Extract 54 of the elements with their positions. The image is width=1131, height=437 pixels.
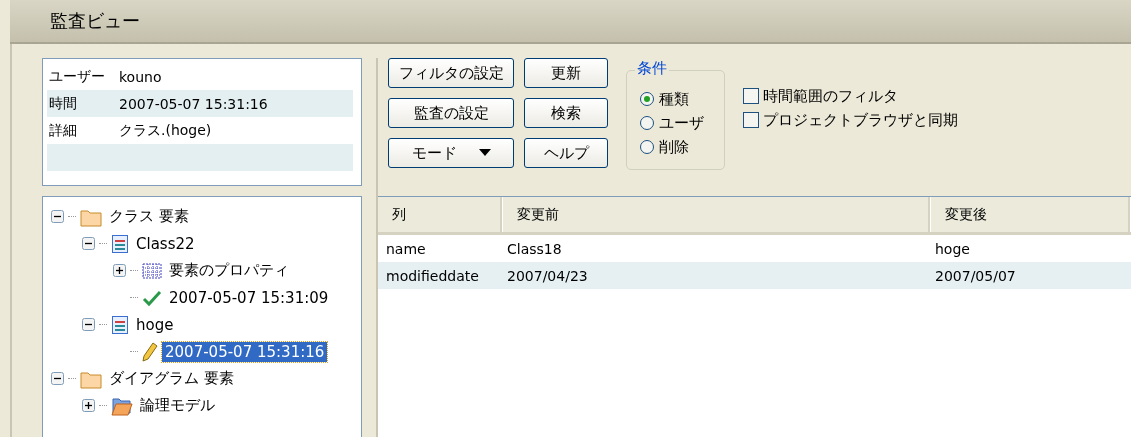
tree-item[interactable]: ダイアグラム 要素 (106, 368, 237, 389)
checkbox-label: プロジェクトブラウザと同期 (763, 110, 958, 130)
tree-item[interactable]: hoge (133, 314, 177, 335)
expander-icon[interactable] (113, 264, 126, 277)
action-button[interactable]: フィルタの設定 (388, 58, 514, 88)
expander-icon[interactable] (51, 372, 64, 385)
column-header[interactable]: 変更後 (931, 197, 1131, 232)
pencil-icon (142, 341, 158, 362)
expander-icon[interactable] (82, 237, 95, 250)
group-title: 条件 (635, 59, 669, 78)
radio-button[interactable] (639, 139, 655, 155)
tree-item[interactable]: 2007-05-07 15:31:16 (162, 341, 328, 362)
radio-label: 削除 (659, 137, 689, 157)
checkbox[interactable] (743, 112, 759, 128)
detail-value: 2007-05-07 15:31:16 (119, 95, 268, 112)
table-cell-text: name (385, 240, 427, 257)
detail-label: 詳細 (49, 121, 78, 140)
detail-label: ユーザー (49, 67, 106, 86)
table-cell-text: 2007/05/07 (934, 267, 1017, 284)
tree-item[interactable]: 論理モデル (137, 395, 218, 416)
action-button[interactable]: 更新 (524, 58, 608, 88)
tree-item[interactable]: 2007-05-07 15:31:09 (166, 287, 332, 308)
action-button[interactable]: 監査の設定 (388, 98, 514, 128)
action-button[interactable]: ヘルプ (524, 138, 608, 168)
expander-icon[interactable] (82, 399, 95, 412)
detail-value: kouno (119, 68, 162, 85)
table-cell-text: modifieddate (385, 267, 480, 284)
table-cell-text: Class18 (506, 240, 563, 257)
check-icon (142, 288, 162, 307)
detail-label: 時間 (49, 94, 78, 113)
class-icon (111, 233, 129, 254)
tree-item[interactable]: Class22 (133, 233, 198, 254)
radio-button[interactable] (639, 115, 655, 131)
tree-item[interactable]: 要素のプロパティ (166, 260, 292, 281)
mode-dropdown[interactable]: モード (388, 138, 514, 168)
table-cell-text: hoge (934, 240, 971, 257)
expander-icon[interactable] (51, 210, 64, 223)
checkbox-label: 時間範囲のフィルタ (763, 86, 898, 106)
expander-icon[interactable] (82, 318, 95, 331)
open-folder-icon (111, 395, 133, 416)
column-header[interactable]: 列 (378, 197, 503, 232)
column-header[interactable]: 変更前 (503, 197, 931, 232)
caret-icon (478, 149, 491, 157)
tree-item[interactable]: クラス 要素 (106, 206, 192, 227)
radio-label: 種類 (659, 89, 689, 109)
checkbox[interactable] (743, 88, 759, 104)
detail-value: クラス.(hoge) (119, 121, 212, 140)
action-button[interactable]: 検索 (524, 98, 608, 128)
window-title: 監査ビュー (50, 9, 140, 33)
class-icon (111, 314, 129, 335)
grid-icon (142, 261, 162, 280)
table-cell-text: 2007/04/23 (506, 267, 589, 284)
radio-button[interactable] (639, 91, 655, 107)
radio-label: ユーザ (659, 113, 704, 133)
